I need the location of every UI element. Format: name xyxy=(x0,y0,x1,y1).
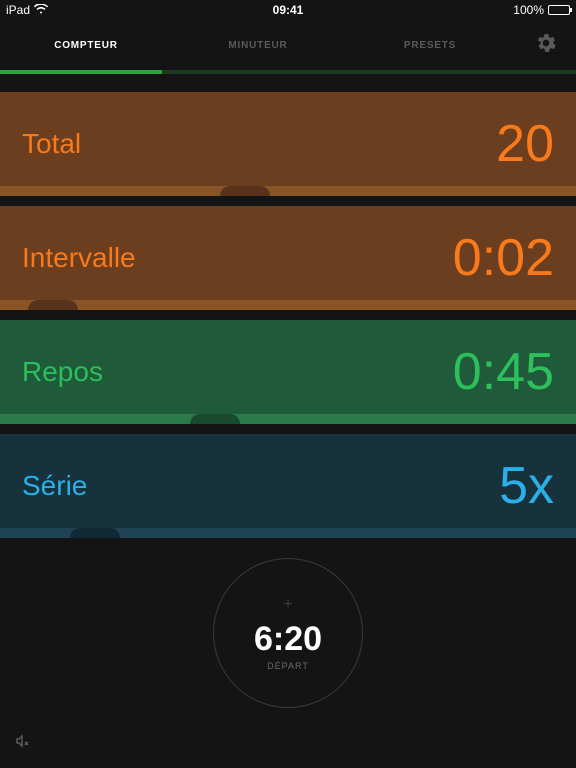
status-bar: iPad 09:41 100% xyxy=(0,0,576,20)
settings-rows: Total 20 Intervalle 0:02 Repos 0:45 Séri… xyxy=(0,74,576,538)
row-intervalle-value: 0:02 xyxy=(453,228,554,288)
row-repos[interactable]: Repos 0:45 xyxy=(0,320,576,424)
tab-bar: COMPTEUR MINUTEUR PRESETS xyxy=(0,20,576,70)
start-time: 6:20 xyxy=(254,620,322,659)
row-total-label: Total xyxy=(22,128,81,160)
start-label: DÉPART xyxy=(267,661,309,671)
mute-button[interactable] xyxy=(14,733,30,754)
plus-icon: + xyxy=(283,596,292,614)
row-serie-value: 5x xyxy=(499,456,554,516)
status-time: 09:41 xyxy=(273,3,304,17)
row-total-value: 20 xyxy=(496,114,554,174)
row-repos-track[interactable] xyxy=(0,414,576,424)
bottom-area: + 6:20 DÉPART xyxy=(0,558,576,708)
row-repos-handle[interactable] xyxy=(190,414,240,424)
row-intervalle[interactable]: Intervalle 0:02 xyxy=(0,206,576,310)
row-repos-label: Repos xyxy=(22,356,103,388)
tab-indicator xyxy=(0,70,162,74)
battery-text: 100% xyxy=(513,3,544,17)
status-left: iPad xyxy=(6,3,48,17)
status-right: 100% xyxy=(513,3,570,17)
row-total[interactable]: Total 20 xyxy=(0,92,576,196)
gear-icon xyxy=(536,33,556,58)
tab-presets[interactable]: PRESETS xyxy=(344,40,516,51)
tab-minuteur[interactable]: MINUTEUR xyxy=(172,40,344,51)
row-repos-value: 0:45 xyxy=(453,342,554,402)
row-serie-track[interactable] xyxy=(0,528,576,538)
tab-indicator-track xyxy=(0,70,576,74)
row-serie-handle[interactable] xyxy=(70,528,120,538)
device-label: iPad xyxy=(6,3,30,17)
row-intervalle-handle[interactable] xyxy=(28,300,78,310)
battery-icon xyxy=(548,5,570,15)
row-total-handle[interactable] xyxy=(220,186,270,196)
row-serie[interactable]: Série 5x xyxy=(0,434,576,538)
row-serie-label: Série xyxy=(22,470,87,502)
mute-icon xyxy=(14,736,30,753)
tab-compteur[interactable]: COMPTEUR xyxy=(0,40,172,51)
wifi-icon xyxy=(34,3,48,17)
row-intervalle-label: Intervalle xyxy=(22,242,136,274)
start-button[interactable]: + 6:20 DÉPART xyxy=(213,558,363,708)
settings-button[interactable] xyxy=(516,33,576,58)
row-intervalle-track[interactable] xyxy=(0,300,576,310)
row-total-track[interactable] xyxy=(0,186,576,196)
